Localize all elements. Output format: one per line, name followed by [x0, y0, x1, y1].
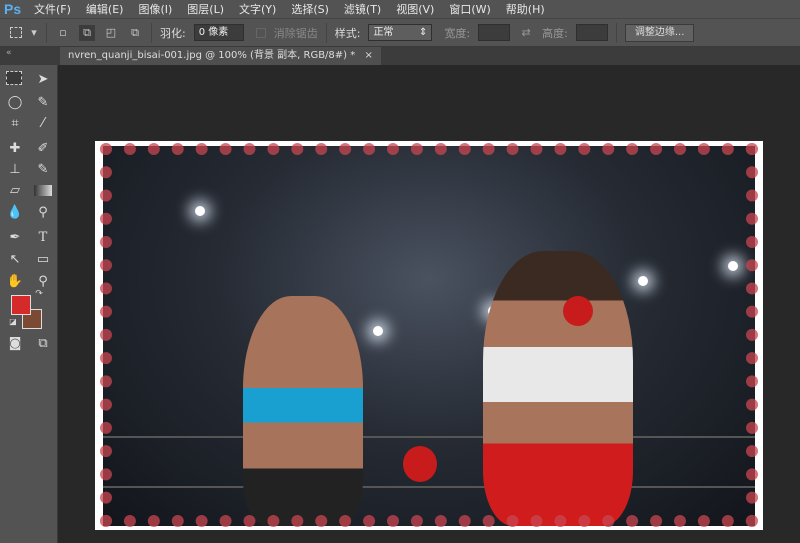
document-tab-title: nvren_quanji_bisai-001.jpg @ 100% (背景 副本…	[68, 50, 356, 61]
screen-mode-icon[interactable]: ⧉	[34, 335, 52, 353]
feather-label: 羽化:	[160, 26, 186, 40]
brush-tool-icon[interactable]: ✐	[34, 140, 52, 158]
eyedropper-tool-icon[interactable]: ⁄	[34, 115, 52, 133]
width-label: 宽度:	[444, 26, 471, 40]
new-selection-icon[interactable]: ▫	[55, 25, 71, 41]
eraser-tool-icon[interactable]: ▱	[6, 182, 24, 200]
divider	[46, 22, 47, 43]
height-input[interactable]	[575, 24, 608, 41]
divider	[615, 22, 617, 43]
menu-edit[interactable]: 编辑(E)	[86, 1, 124, 17]
menu-help[interactable]: 帮助(H)	[506, 1, 545, 17]
gradient-tool-icon[interactable]	[34, 185, 52, 196]
move-tool-icon[interactable]: ➤	[34, 71, 52, 89]
refine-edge-button[interactable]: 调整边缘...	[624, 23, 695, 42]
style-label: 样式:	[334, 26, 361, 40]
menu-view[interactable]: 视图(V)	[396, 1, 434, 17]
foreground-color-swatch[interactable]	[11, 295, 31, 315]
document-canvas[interactable]	[95, 141, 763, 530]
rectangular-marquee-tool-icon[interactable]	[6, 71, 22, 85]
height-label: 高度:	[542, 26, 568, 40]
swap-colors-icon[interactable]: ↷	[34, 289, 44, 299]
style-select[interactable]: 正常 ⇕	[368, 24, 433, 41]
quick-mask-icon[interactable]: ◙	[6, 335, 24, 353]
menu-image[interactable]: 图像(I)	[138, 1, 172, 17]
default-colors-icon[interactable]: ◪	[8, 317, 18, 327]
type-tool-icon[interactable]: T	[34, 229, 52, 247]
menu-layer[interactable]: 图层(L)	[187, 1, 224, 17]
menu-select[interactable]: 选择(S)	[291, 1, 329, 17]
divider	[325, 22, 327, 43]
healing-brush-tool-icon[interactable]: ✚	[6, 140, 24, 158]
intersect-selection-icon[interactable]: ⧉	[127, 25, 143, 41]
path-selection-tool-icon[interactable]: ↖	[6, 251, 24, 269]
close-icon[interactable]: ×	[364, 50, 372, 61]
blur-tool-icon[interactable]: 💧	[6, 204, 24, 222]
hand-tool-icon[interactable]: ✋	[6, 273, 24, 291]
divider	[151, 22, 152, 43]
tab-row: « nvren_quanji_bisai-001.jpg @ 100% (背景 …	[0, 47, 800, 65]
rectangle-tool-icon[interactable]: ▭	[34, 251, 52, 269]
width-input[interactable]	[478, 24, 511, 41]
photoshop-logo: Ps	[4, 1, 22, 17]
pen-tool-icon[interactable]: ✒	[6, 229, 24, 247]
antialias-checkbox[interactable]	[255, 27, 266, 38]
menu-type[interactable]: 文字(Y)	[239, 1, 276, 17]
chevron-down-icon[interactable]: ▾	[30, 25, 38, 41]
menu-bar: Ps 文件(F) 编辑(E) 图像(I) 图层(L) 文字(Y) 选择(S) 滤…	[0, 0, 800, 18]
dodge-tool-icon[interactable]: ⚲	[34, 204, 52, 222]
quick-selection-tool-icon[interactable]: ✎	[34, 94, 52, 112]
lasso-tool-icon[interactable]: ◯	[6, 94, 24, 112]
updown-icon: ⇕	[419, 27, 428, 38]
options-bar: ▾ ▫ ⧉ ◰ ⧉ 羽化: 0 像素 消除锯齿 样式: 正常 ⇕ 宽度: ⇄ 高度…	[0, 18, 800, 47]
antialias-label: 消除锯齿	[273, 26, 318, 40]
menu-file[interactable]: 文件(F)	[34, 1, 71, 17]
style-value: 正常	[373, 27, 394, 38]
quick-mask-selection-border	[100, 143, 758, 527]
subtract-selection-icon[interactable]: ◰	[103, 25, 119, 41]
history-brush-tool-icon[interactable]: ✎	[34, 161, 52, 179]
clone-stamp-tool-icon[interactable]: ⊥	[6, 161, 24, 179]
menu-filter[interactable]: 滤镜(T)	[344, 1, 381, 17]
add-selection-icon[interactable]: ⧉	[79, 24, 95, 41]
menu-window[interactable]: 窗口(W)	[449, 1, 490, 17]
swap-icon[interactable]: ⇄	[518, 25, 534, 41]
crop-tool-icon[interactable]: ⌗	[6, 115, 24, 133]
tools-panel: ➤ ◯ ✎ ⌗ ⁄ ✚ ✐ ⊥ ✎ ▱ 💧 ⚲ ✒ T ↖ ▭ ✋ ⚲ ↷ ◪ …	[0, 65, 58, 543]
document-tab[interactable]: nvren_quanji_bisai-001.jpg @ 100% (背景 副本…	[60, 47, 381, 65]
collapse-icon[interactable]: «	[6, 48, 12, 58]
feather-input[interactable]: 0 像素	[193, 24, 244, 41]
marquee-preset-icon[interactable]	[10, 27, 22, 38]
